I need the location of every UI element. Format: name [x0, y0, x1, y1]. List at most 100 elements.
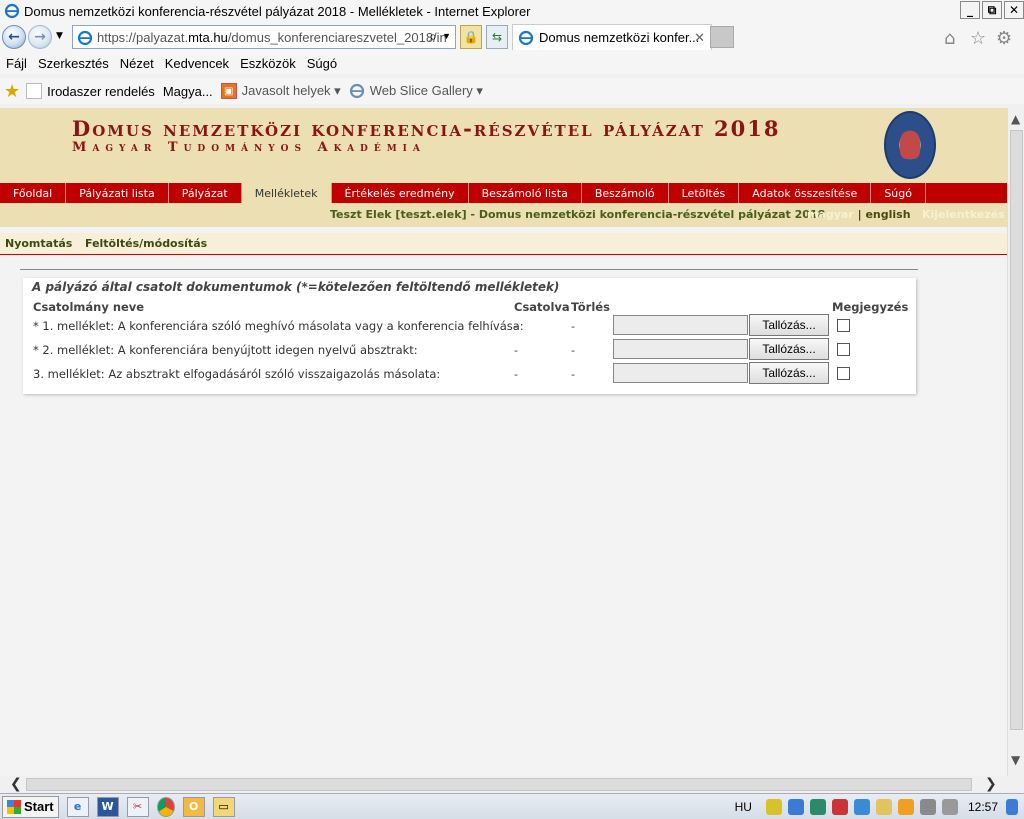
scroll-right-icon[interactable]: ❯: [985, 776, 997, 792]
attachment-3-file-input[interactable]: [613, 363, 748, 383]
close-button[interactable]: ✕: [1004, 1, 1024, 19]
menu-file[interactable]: Fájl: [6, 56, 27, 71]
attachment-1-delete: -: [571, 320, 575, 333]
suggested-sites-icon: ▣: [220, 83, 237, 99]
menu-favorites[interactable]: Kedvencek: [165, 56, 229, 71]
tray-network-icon[interactable]: [787, 799, 804, 815]
site-subtitle: Magyar Tudományos Akadémia: [72, 140, 426, 155]
nav-item-home[interactable]: Főoldal: [0, 183, 67, 203]
nav-item-report[interactable]: Beszámoló: [582, 183, 669, 203]
tab-close-icon[interactable]: ✕: [694, 30, 705, 46]
lang-english-link[interactable]: english: [865, 208, 910, 221]
favorite-web-slice-gallery[interactable]: Web Slice Gallery ▾: [349, 83, 483, 99]
taskbar-explorer-folder-icon[interactable]: ▭: [212, 796, 235, 817]
upload-modify-link[interactable]: Feltöltés/módosítás: [85, 237, 207, 250]
system-clock[interactable]: 12:57: [968, 800, 998, 814]
attachment-2-file-input[interactable]: [613, 339, 748, 359]
tray-volume-icon[interactable]: [941, 799, 958, 815]
tray-speaker-icon[interactable]: [831, 799, 848, 815]
favorite-irodaszer[interactable]: Irodaszer rendelés: [26, 83, 155, 99]
taskbar-outlook-icon[interactable]: O: [182, 796, 205, 817]
taskbar-tools-icon[interactable]: ✂: [126, 796, 149, 817]
forward-button[interactable]: →: [28, 25, 52, 49]
tray-mail-icon[interactable]: [875, 799, 892, 815]
tray-devices-icon[interactable]: [919, 799, 936, 815]
nav-item-application-list[interactable]: Pályázati lista: [66, 183, 169, 203]
vertical-scroll-thumb[interactable]: [1010, 130, 1023, 730]
taskbar-word-icon[interactable]: W: [96, 796, 119, 817]
minimize-button[interactable]: _: [960, 1, 980, 19]
scroll-down-icon[interactable]: ▼: [1011, 753, 1020, 767]
favorite-label: Magya...: [162, 83, 213, 99]
menu-tools[interactable]: Eszközök: [240, 56, 296, 71]
page-icon: [26, 83, 43, 99]
restore-button[interactable]: ⧉: [982, 1, 1002, 19]
tray-display-icon[interactable]: [853, 799, 870, 815]
taskbar-internet-explorer-icon[interactable]: e: [66, 796, 89, 817]
scroll-left-icon[interactable]: ❮: [10, 776, 22, 792]
menu-help[interactable]: Súgó: [307, 56, 337, 71]
favorites-star-icon[interactable]: ☆: [970, 28, 986, 49]
tray-notes-icon[interactable]: [897, 799, 914, 815]
attachment-1-label: * 1. melléklet: A konferenciára szóló me…: [33, 319, 524, 333]
history-dropdown-icon[interactable]: ▼: [56, 31, 63, 41]
nav-item-application[interactable]: Pályázat: [169, 183, 242, 203]
url-prefix: https://palyazat.: [97, 29, 189, 45]
attachment-1-note-checkbox[interactable]: [837, 319, 850, 332]
horizontal-scroll-thumb[interactable]: [26, 778, 972, 791]
scroll-up-icon[interactable]: ▲: [1011, 112, 1020, 126]
gear-icon[interactable]: ⚙: [996, 28, 1012, 49]
attachment-2-browse-button[interactable]: Tallózás...: [749, 338, 829, 360]
taskbar: Start e W ✂ O ▭ HU 12:57: [0, 793, 1024, 819]
attachment-2-note-checkbox[interactable]: [837, 343, 850, 356]
tray-security-icon[interactable]: [765, 799, 782, 815]
lock-icon[interactable]: 🔒: [460, 25, 482, 49]
taskbar-chrome-icon[interactable]: [156, 796, 175, 817]
refresh-icon[interactable]: ⇆: [486, 25, 508, 49]
browser-tab[interactable]: Domus nemzetközi konfer... ✕: [512, 24, 712, 50]
menu-view[interactable]: Nézet: [120, 56, 154, 71]
attachment-3-note-checkbox[interactable]: [837, 367, 850, 380]
favorite-label: Javasolt helyek ▾: [241, 83, 341, 98]
favorites-bar: ★ Irodaszer rendelés Magya... ▣ Javasolt …: [0, 78, 1024, 104]
home-icon[interactable]: ⌂: [944, 28, 955, 49]
vertical-scrollbar[interactable]: ▲ ▼: [1007, 108, 1024, 776]
favorite-magya[interactable]: Magya...: [163, 84, 213, 99]
address-input[interactable]: https://palyazat.mta.hu/domus_konferenci…: [72, 25, 456, 49]
system-tray: HU 12:57: [735, 794, 1024, 819]
favorites-star-icon[interactable]: ★: [4, 81, 20, 102]
search-icon[interactable]: ⌕: [429, 28, 437, 45]
attachment-3-browse-button[interactable]: Tallózás...: [749, 362, 829, 384]
address-dropdown-icon[interactable]: ▼: [442, 31, 451, 41]
windows-logo-icon: [7, 799, 21, 814]
url-domain: mta.hu: [188, 29, 228, 45]
print-link[interactable]: Nyomtatás: [5, 237, 72, 250]
back-button[interactable]: ←: [2, 25, 26, 49]
attachment-1-file-input[interactable]: [613, 315, 748, 335]
col-header-note: Megjegyzés: [832, 300, 909, 314]
start-button[interactable]: Start: [2, 795, 59, 818]
lang-separator: |: [853, 208, 866, 221]
nav-item-data-summary[interactable]: Adatok összesítése: [739, 183, 872, 203]
divider: [20, 269, 918, 270]
nav-item-download[interactable]: Letöltés: [669, 183, 740, 203]
menu-edit[interactable]: Szerkesztés: [38, 56, 109, 71]
current-user: Teszt Elek [teszt.elek] - Domus nemzetkö…: [330, 208, 826, 221]
nav-item-help[interactable]: Súgó: [871, 183, 926, 203]
internet-explorer-icon: [349, 83, 364, 99]
input-language[interactable]: HU: [735, 800, 752, 814]
new-tab-button[interactable]: [710, 26, 734, 48]
horizontal-scrollbar[interactable]: ❮ ❯: [0, 776, 1007, 793]
show-desktop-button[interactable]: [1006, 799, 1018, 815]
tray-eye-icon[interactable]: [809, 799, 826, 815]
nav-item-report-list[interactable]: Beszámoló lista: [469, 183, 582, 203]
attachment-1-browse-button[interactable]: Tallózás...: [749, 314, 829, 336]
lang-hungarian-link[interactable]: magyar: [807, 208, 854, 221]
favorite-label: Irodaszer rendelés: [47, 83, 155, 99]
favorite-suggested-sites[interactable]: ▣ Javasolt helyek ▾: [220, 83, 341, 99]
attachments-panel: A pályázó által csatolt dokumentumok (*=…: [23, 278, 916, 394]
nav-item-evaluation-result[interactable]: Értékelés eredmény: [332, 183, 469, 203]
attachments-title: A pályázó által csatolt dokumentumok (*=…: [32, 280, 560, 294]
logout-link[interactable]: Kijelentkezés: [922, 208, 1005, 221]
nav-item-attachments[interactable]: Mellékletek: [241, 183, 332, 203]
